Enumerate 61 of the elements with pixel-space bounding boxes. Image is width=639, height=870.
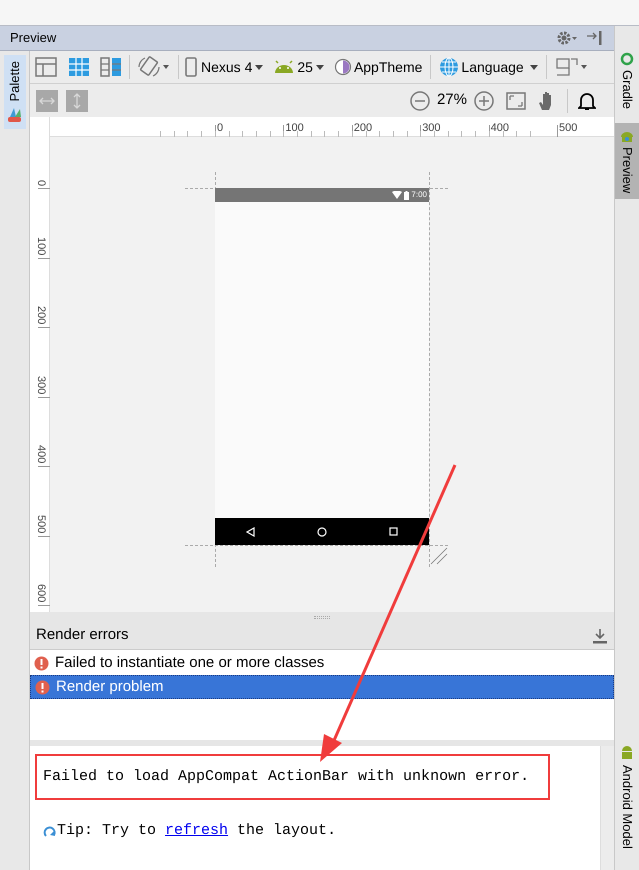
splitter-handle[interactable] (30, 612, 614, 622)
panel-title: Preview (10, 29, 56, 48)
fit-screen-icon[interactable] (505, 90, 527, 112)
caret-icon (316, 64, 324, 70)
zoom-level: 27% (436, 90, 467, 110)
layout-variants-icon[interactable] (554, 56, 589, 78)
caret-icon (255, 64, 264, 70)
side-tab[interactable]: Preview (615, 123, 639, 200)
download-icon[interactable] (592, 628, 608, 644)
error-icon (34, 656, 49, 670)
back-icon[interactable] (246, 526, 255, 536)
home-icon[interactable] (317, 526, 327, 536)
status-time: 7:00 (411, 191, 427, 199)
ruler-label: 0 (35, 180, 46, 186)
ruler-label: 100 (285, 123, 304, 134)
tip-text: Tip: Try to refresh the layout. (57, 821, 336, 841)
palette-icon (6, 107, 22, 124)
side-tab[interactable]: Palette (4, 55, 26, 130)
error-icon (35, 680, 50, 694)
error-message: Failed to load AppCompat ActionBar with unknown error. (43, 766, 530, 787)
caret-icon (530, 64, 538, 70)
zoom-in-icon[interactable] (473, 90, 495, 112)
refresh-icon (43, 824, 57, 839)
ruler-label: 300 (422, 123, 441, 134)
phone-icon (185, 57, 197, 77)
hide-panel-icon[interactable] (586, 30, 604, 46)
zoom-out-icon[interactable] (408, 90, 431, 112)
language-dropdown[interactable]: Language (461, 56, 538, 78)
ruler-label: 300 (35, 376, 46, 394)
android-icon (620, 129, 634, 144)
expand-width-icon[interactable] (36, 90, 58, 112)
theme-button[interactable]: AppTheme (354, 56, 422, 78)
gradle-icon (620, 52, 634, 66)
layout-icon[interactable] (33, 56, 59, 78)
ruler-label: 200 (354, 123, 372, 134)
split-view-icon[interactable] (99, 56, 123, 78)
android-icon (620, 745, 634, 762)
ruler-label: 500 (35, 514, 46, 534)
ruler-label: 600 (35, 584, 46, 603)
ruler-label: 200 (35, 306, 46, 325)
ruler-label: 400 (490, 123, 509, 134)
error-list-item[interactable]: Render problem (30, 675, 614, 699)
device-dropdown[interactable]: Nexus 4 (201, 56, 264, 78)
overview-icon[interactable] (389, 527, 398, 536)
grid-icon[interactable] (67, 56, 91, 78)
refresh-link[interactable]: refresh (165, 822, 228, 839)
resize-handle-icon[interactable] (430, 547, 448, 565)
panel-title: Render errors (36, 625, 129, 646)
battery-icon (404, 190, 410, 200)
ruler-label: 0 (217, 123, 224, 134)
theme-icon (334, 58, 352, 76)
ruler-label: 500 (559, 123, 578, 134)
ruler-label: 400 (35, 445, 46, 464)
settings-icon[interactable] (556, 30, 578, 46)
android-icon (273, 60, 296, 74)
rotate-icon[interactable] (136, 55, 172, 79)
globe-icon (439, 57, 460, 77)
expand-height-icon[interactable] (66, 90, 88, 112)
ruler-label: 100 (35, 236, 46, 256)
wifi-icon (392, 191, 402, 199)
api-level-dropdown[interactable]: 25 (297, 56, 324, 78)
